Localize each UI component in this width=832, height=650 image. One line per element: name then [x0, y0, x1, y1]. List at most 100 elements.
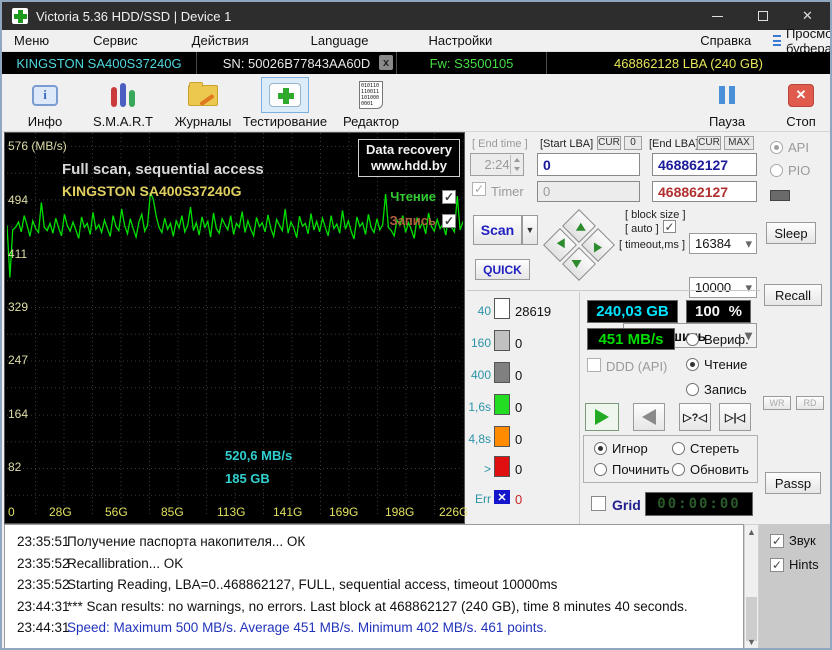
grid-checkbox[interactable]	[591, 496, 606, 511]
start-lba-zero-button[interactable]: 0	[624, 136, 642, 150]
rd-button[interactable]: RD	[796, 396, 824, 410]
y-tick: 576 (MB/s)	[8, 139, 67, 153]
erase-radio[interactable]	[672, 442, 685, 455]
toolbar: i Инфо S.M.A.R.T Журналы Тестирование 01…	[2, 74, 830, 132]
start-lba-input[interactable]: 0	[537, 153, 640, 176]
timer-checkbox[interactable]	[472, 182, 486, 196]
refresh-radio[interactable]	[672, 463, 685, 476]
read-radio[interactable]	[686, 358, 699, 371]
hints-checkbox[interactable]	[770, 557, 784, 572]
test-control-panel: [ End time ] [Start LBA] CUR 0 [End LBA]…	[467, 132, 760, 524]
error-refresh[interactable]: Обновить	[672, 462, 749, 477]
sound-option[interactable]: Звук	[770, 533, 816, 548]
overlay-position: 185 GB	[225, 471, 270, 486]
ignore-radio[interactable]	[594, 442, 607, 455]
histogram-box	[494, 394, 510, 415]
log-line: 23:35:52 Recallibration... OK	[5, 553, 743, 575]
menu-item-menu[interactable]: Меню	[4, 31, 59, 50]
legend-write-checkbox[interactable]	[442, 213, 456, 228]
block-size-combo[interactable]: 16384	[689, 233, 757, 254]
info-button[interactable]: i Инфо	[2, 77, 88, 129]
size-display: 240,03 GB	[587, 300, 678, 323]
watermark: Data recovery www.hdd.by	[358, 139, 460, 177]
timer-input[interactable]: 0	[537, 181, 640, 202]
back-button[interactable]	[633, 403, 665, 431]
menu-bar: Меню Сервис Действия Language Настройки …	[2, 26, 830, 56]
menu-item-language[interactable]: Language	[301, 31, 379, 50]
end-lba-max-button[interactable]: MAX	[724, 136, 754, 150]
block-size-label: [ block size ]	[625, 209, 686, 221]
smart-button[interactable]: S.M.A.R.T	[80, 77, 166, 129]
end-time-spinner[interactable]: 2:24	[470, 153, 524, 176]
editor-button[interactable]: 010110 110011 101000 0001 Редактор	[328, 77, 414, 129]
recall-button[interactable]: Recall	[764, 284, 822, 306]
error-repair[interactable]: Починить	[594, 462, 670, 477]
pio-option[interactable]: PIO	[770, 163, 810, 178]
histogram-box	[494, 330, 510, 351]
spinner-arrows-icon[interactable]	[510, 155, 522, 174]
hints-option[interactable]: Hints	[770, 557, 819, 572]
end-lba-cur-button[interactable]: CUR	[697, 136, 721, 150]
play-button[interactable]	[585, 403, 619, 431]
binary-doc-icon: 010110 110011 101000 0001	[359, 81, 383, 109]
end-lba-input-2[interactable]: 468862127	[652, 181, 757, 202]
scroll-up-icon[interactable]: ▲	[745, 525, 758, 539]
end-lba-label: [End LBA]	[649, 138, 699, 150]
drive-close-badge[interactable]: x	[379, 55, 393, 70]
mode-verify[interactable]: Вериф.	[686, 332, 749, 347]
scroll-down-icon[interactable]: ▼	[745, 635, 758, 648]
drive-serial: SN: 50026B77843AA60D x	[197, 52, 397, 74]
error-ignore[interactable]: Игнор	[594, 441, 648, 456]
timer-label: Timer	[491, 184, 524, 199]
scan-dropdown-button[interactable]: ▼	[522, 215, 538, 245]
start-lba-cur-button[interactable]: CUR	[597, 136, 621, 150]
write-radio[interactable]	[686, 383, 699, 396]
minimize-button[interactable]	[695, 2, 740, 30]
verify-radio[interactable]	[686, 333, 699, 346]
timeout-combo[interactable]: 10000	[689, 277, 757, 298]
pio-radio[interactable]	[770, 164, 783, 177]
end-lba-input[interactable]: 468862127	[652, 153, 757, 176]
api-radio[interactable]	[770, 141, 783, 154]
buffer-view-button[interactable]: Просмотр буфера	[773, 26, 830, 56]
speed-display: 451 MB/s	[587, 328, 675, 350]
seek-end-button[interactable]: ▷|◁	[719, 403, 751, 431]
percent-value: 100	[695, 303, 721, 320]
x-tick: 28G	[49, 505, 72, 519]
menu-item-service[interactable]: Сервис	[83, 31, 148, 50]
log-scrollbar[interactable]: ▲ ▼	[744, 524, 759, 648]
auto-checkbox[interactable]	[663, 220, 676, 233]
wr-button[interactable]: WR	[763, 396, 791, 410]
y-tick: 329	[8, 300, 29, 314]
legend-read-checkbox[interactable]	[442, 189, 456, 204]
first-aid-icon	[269, 83, 301, 107]
verify-label: Вериф.	[704, 332, 749, 347]
watermark-line2: www.hdd.by	[370, 158, 448, 173]
info-label: Инфо	[27, 114, 63, 129]
sleep-button[interactable]: Sleep	[766, 222, 816, 244]
stop-button[interactable]: Стоп	[758, 77, 830, 129]
graph-title: Full scan, sequential access	[62, 161, 264, 178]
quick-button[interactable]: QUICK	[475, 259, 530, 280]
error-erase[interactable]: Стереть	[672, 441, 739, 456]
seek-question-button[interactable]: ▷?◁	[679, 403, 711, 431]
repair-radio[interactable]	[594, 463, 607, 476]
drive-serial-text: SN: 50026B77843AA60D	[222, 55, 371, 71]
logs-button[interactable]: Журналы	[160, 77, 246, 129]
mode-write[interactable]: Запись	[686, 382, 747, 397]
ddd-api-checkbox[interactable]	[587, 358, 601, 372]
passport-button[interactable]: Passp	[765, 472, 821, 494]
histogram-box	[494, 298, 510, 319]
api-option[interactable]: API	[770, 140, 809, 155]
mode-read[interactable]: Чтение	[686, 357, 747, 372]
menu-item-help[interactable]: Справка	[690, 31, 761, 50]
scan-button[interactable]: Scan	[473, 215, 522, 245]
sound-checkbox[interactable]	[770, 533, 784, 548]
menu-item-settings[interactable]: Настройки	[418, 31, 502, 50]
histogram-value: 0	[515, 336, 523, 351]
testing-button[interactable]: Тестирование	[242, 77, 328, 129]
end-time-label: [ End time ]	[472, 138, 528, 150]
y-tick: 82	[8, 460, 22, 474]
menu-item-actions[interactable]: Действия	[182, 31, 259, 50]
drive-model[interactable]: KINGSTON SA400S37240G	[2, 52, 197, 74]
